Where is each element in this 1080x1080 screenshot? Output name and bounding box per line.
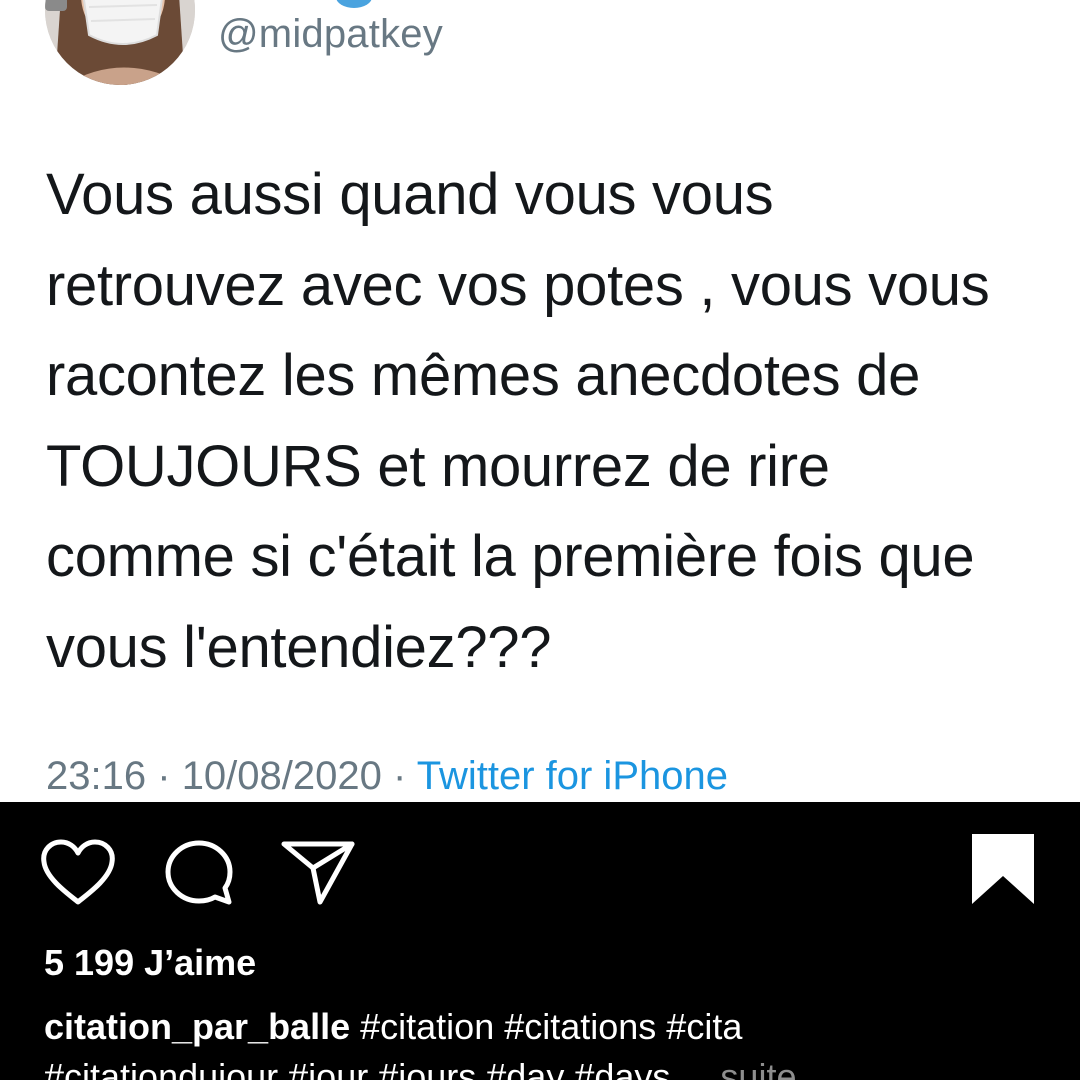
- avatar-image: [45, 0, 195, 85]
- instagram-post-footer: 5 199 J’aime citation_par_balle #citatio…: [0, 802, 1080, 1080]
- tweet-text-line: comme si c'était la première fois que: [46, 524, 975, 589]
- tweet-source-link[interactable]: Twitter for iPhone: [417, 754, 728, 798]
- caption-hashtags[interactable]: #citationdujour #jour #jours #day #days: [44, 1056, 670, 1080]
- tweet-date: 10/08/2020: [181, 754, 382, 798]
- tweet-time: 23:16: [46, 754, 147, 798]
- tweet-text-line: retrouvez avec vos potes , vous vous: [46, 252, 990, 318]
- tweet-text-line: TOUJOURS et mourrez de rire: [46, 433, 830, 499]
- comment-button[interactable]: [163, 838, 235, 908]
- share-button[interactable]: [280, 838, 356, 908]
- tweet-meta: 23:16 · 10/08/2020 · Twitter for iPhone: [46, 754, 728, 799]
- post-caption: citation_par_balle #citation #citations …: [44, 1002, 1054, 1080]
- tweet-text: Vous aussi quand vous vous retrouvez avec…: [46, 150, 1056, 693]
- save-button[interactable]: [970, 832, 1036, 906]
- caption-username[interactable]: citation_par_balle: [44, 1006, 350, 1047]
- avatar[interactable]: [45, 0, 195, 85]
- share-icon: [281, 841, 355, 905]
- heart-icon: [41, 839, 115, 905]
- bookmark-icon: [972, 834, 1034, 904]
- like-button[interactable]: [40, 838, 116, 908]
- tweet-text-line: Vous aussi quand vous vous: [46, 162, 774, 227]
- meta-separator: ·: [393, 754, 407, 798]
- caption-more-link[interactable]: ... suite: [680, 1056, 796, 1080]
- likes-count[interactable]: 5 199 J’aime: [44, 942, 256, 984]
- tweet-text-line: racontez les mêmes anecdotes de: [46, 343, 921, 408]
- meta-separator: ·: [157, 754, 171, 798]
- tweet-text-line: vous l'entendiez???: [46, 614, 552, 680]
- tweet-handle[interactable]: @midpatkey: [218, 12, 443, 57]
- tweet-card: @midpatkey Vous aussi quand vous vous ret…: [0, 0, 1080, 802]
- caption-hashtags[interactable]: #citation #citations #cita: [360, 1006, 742, 1047]
- verified-icon: [336, 0, 372, 8]
- comment-icon: [165, 840, 233, 905]
